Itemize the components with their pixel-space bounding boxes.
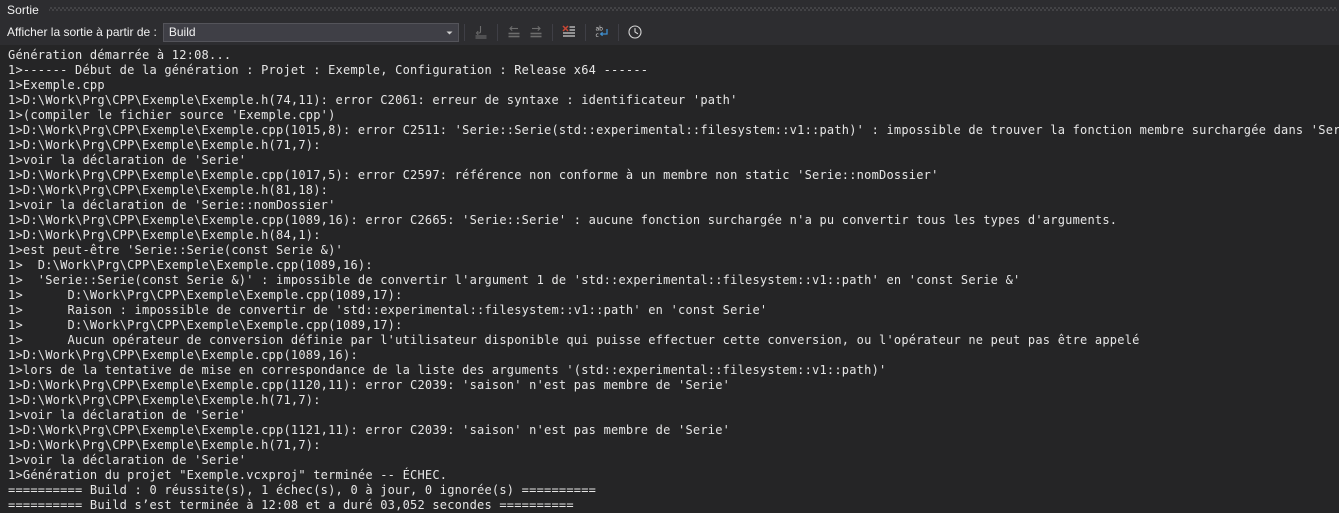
output-line: 1> D:\Work\Prg\CPP\Exemple\Exemple.cpp(1…: [8, 258, 373, 272]
output-line: 1>voir la déclaration de 'Serie': [8, 408, 247, 422]
output-line: 1>D:\Work\Prg\CPP\Exemple\Exemple.cpp(10…: [8, 348, 358, 362]
output-line: 1> Aucun opérateur de conversion définie…: [8, 333, 1140, 347]
output-text-pane[interactable]: Génération démarrée à 12:08... 1>------ D…: [0, 45, 1339, 513]
toolbar-separator: [551, 23, 553, 41]
previous-message-icon[interactable]: [503, 21, 525, 43]
output-line: 1> Raison : impossible de convertir de '…: [8, 303, 768, 317]
output-line: 1>D:\Work\Prg\CPP\Exemple\Exemple.h(81,1…: [8, 183, 329, 197]
output-source-value: Build: [168, 25, 196, 39]
dotted-grip-icon: [48, 5, 1337, 14]
output-line: 1>D:\Work\Prg\CPP\Exemple\Exemple.cpp(10…: [8, 123, 1339, 137]
output-line: 1> D:\Work\Prg\CPP\Exemple\Exemple.cpp(1…: [8, 318, 403, 332]
output-line: 1>D:\Work\Prg\CPP\Exemple\Exemple.cpp(10…: [8, 168, 939, 182]
output-line: 1>Exemple.cpp: [8, 78, 105, 92]
output-line: 1>voir la déclaration de 'Serie': [8, 153, 247, 167]
output-line: 1>voir la déclaration de 'Serie::nomDoss…: [8, 198, 336, 212]
output-window-titlebar: Sortie: [0, 0, 1339, 19]
output-line: 1>------ Début de la génération : Projet…: [8, 63, 649, 77]
output-line: 1>D:\Work\Prg\CPP\Exemple\Exemple.h(71,7…: [8, 138, 321, 152]
output-line: 1>lors de la tentative de mise en corres…: [8, 363, 887, 377]
page-title: Sortie: [7, 2, 39, 17]
output-line: 1>D:\Work\Prg\CPP\Exemple\Exemple.h(84,1…: [8, 228, 321, 242]
svg-text:c: c: [595, 32, 598, 39]
toolbar-separator: [463, 23, 465, 41]
output-line: 1>D:\Work\Prg\CPP\Exemple\Exemple.h(71,7…: [8, 438, 321, 452]
toolbar-separator: [617, 23, 619, 41]
output-line: 1>Génération du projet "Exemple.vcxproj"…: [8, 468, 448, 482]
output-line: ========== Build : 0 réussite(s), 1 éche…: [8, 483, 597, 497]
toolbar-separator: [496, 23, 498, 41]
output-source-label: Afficher la sortie à partir de :: [7, 25, 157, 39]
output-line: 1> D:\Work\Prg\CPP\Exemple\Exemple.cpp(1…: [8, 288, 403, 302]
output-line: 1>voir la déclaration de 'Serie': [8, 453, 247, 467]
toolbar-separator: [584, 23, 586, 41]
output-line: 1>D:\Work\Prg\CPP\Exemple\Exemple.cpp(10…: [8, 213, 1118, 227]
clear-all-icon[interactable]: [558, 21, 580, 43]
output-line: 1>D:\Work\Prg\CPP\Exemple\Exemple.h(74,1…: [8, 93, 738, 107]
output-toolbar: Afficher la sortie à partir de : Build a…: [0, 19, 1339, 45]
output-line: 1>D:\Work\Prg\CPP\Exemple\Exemple.h(71,7…: [8, 393, 321, 407]
output-source-select[interactable]: Build: [162, 22, 459, 42]
chevron-down-icon: [442, 28, 458, 37]
go-to-message-icon[interactable]: [470, 21, 492, 43]
word-wrap-icon[interactable]: ab c: [591, 21, 613, 43]
output-line: 1>(compiler le fichier source 'Exemple.c…: [8, 108, 336, 122]
output-line: 1> 'Serie::Serie(const Serie &)' : impos…: [8, 273, 1021, 287]
output-line: 1>D:\Work\Prg\CPP\Exemple\Exemple.cpp(11…: [8, 378, 731, 392]
history-clock-icon[interactable]: [624, 21, 646, 43]
next-message-icon[interactable]: [525, 21, 547, 43]
output-line: 1>D:\Work\Prg\CPP\Exemple\Exemple.cpp(11…: [8, 423, 731, 437]
output-line: 1>est peut-être 'Serie::Serie(const Seri…: [8, 243, 344, 257]
output-line: Génération démarrée à 12:08...: [8, 48, 232, 62]
output-line: ========== Build s’est terminée à 12:08 …: [8, 498, 574, 512]
